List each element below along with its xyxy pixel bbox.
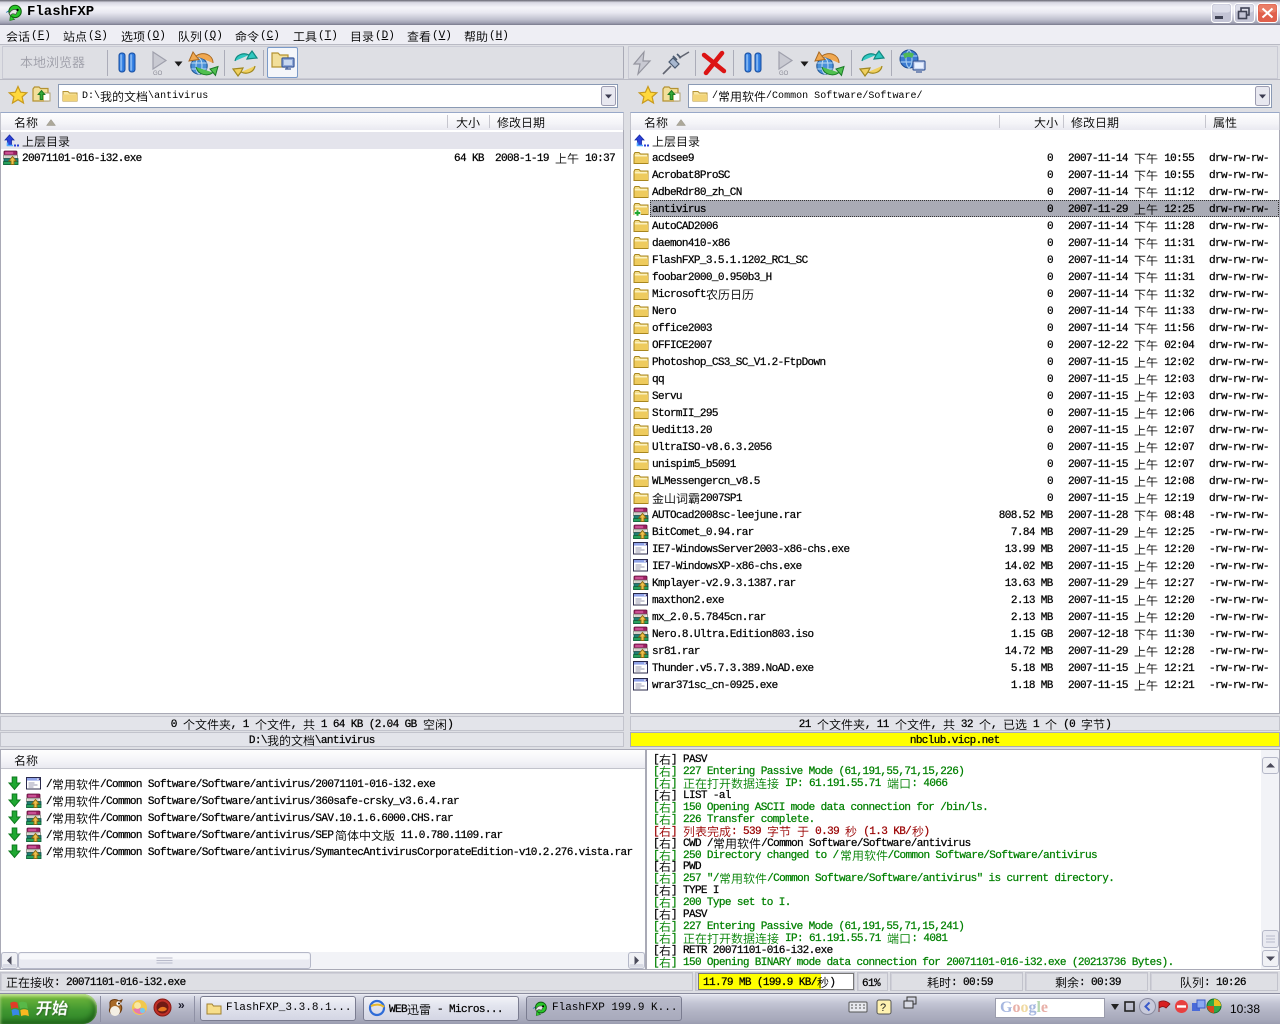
svg-text:?: ?: [880, 1002, 886, 1014]
svg-text:GO: GO: [779, 71, 789, 77]
svg-text:GO: GO: [153, 71, 163, 77]
